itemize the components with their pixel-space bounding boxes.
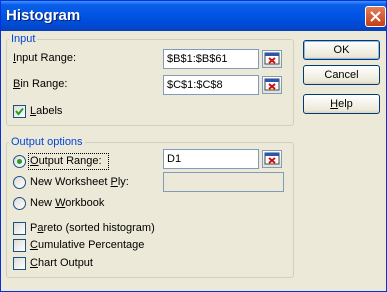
- histogram-dialog: Histogram Input Input Range: $B$1:$B$61 …: [0, 0, 387, 292]
- help-button[interactable]: Help: [303, 94, 380, 114]
- output-range-radio[interactable]: [13, 155, 26, 168]
- pareto-checkbox[interactable]: [13, 222, 26, 235]
- collapse-dialog-icon: [264, 152, 280, 165]
- new-workbook-label: New Workbook: [30, 197, 105, 209]
- cumulative-percentage-label: Cumulative Percentage: [30, 239, 145, 251]
- input-range-field[interactable]: $B$1:$B$61: [163, 49, 259, 69]
- input-range-collapse-button[interactable]: [262, 50, 282, 68]
- chart-output-checkbox[interactable]: [13, 257, 26, 270]
- output-range-collapse-button[interactable]: [262, 150, 282, 168]
- labels-label: Labels: [30, 105, 63, 117]
- radio-selected-dot: [17, 159, 22, 164]
- bin-range-collapse-button[interactable]: [262, 76, 282, 94]
- cancel-button[interactable]: Cancel: [303, 65, 380, 85]
- ok-button[interactable]: OK: [303, 40, 380, 60]
- new-worksheet-label: New Worksheet Ply:: [30, 176, 129, 188]
- chart-output-label: Chart Output: [30, 257, 93, 269]
- title-bar[interactable]: Histogram: [1, 1, 386, 31]
- check-icon: [15, 107, 24, 116]
- cumulative-percentage-checkbox[interactable]: [13, 239, 26, 252]
- new-worksheet-radio[interactable]: [13, 176, 26, 189]
- close-button[interactable]: [365, 6, 386, 27]
- input-range-label: Input Range:: [13, 52, 76, 64]
- window-title: Histogram: [6, 7, 81, 24]
- collapse-dialog-icon: [264, 78, 280, 91]
- collapse-dialog-icon: [264, 52, 280, 65]
- output-options-legend: Output options: [9, 136, 85, 148]
- labels-checkbox[interactable]: [13, 105, 26, 118]
- new-worksheet-field[interactable]: [163, 172, 284, 192]
- output-range-field[interactable]: D1: [163, 149, 259, 169]
- bin-range-field[interactable]: $C$1:$C$8: [163, 75, 259, 95]
- input-group-legend: Input: [9, 33, 38, 45]
- bin-range-label: Bin Range:: [13, 78, 68, 90]
- close-icon: [370, 11, 381, 22]
- new-workbook-radio[interactable]: [13, 197, 26, 210]
- pareto-label: Pareto (sorted histogram): [30, 222, 155, 234]
- focus-rectangle: [28, 153, 109, 170]
